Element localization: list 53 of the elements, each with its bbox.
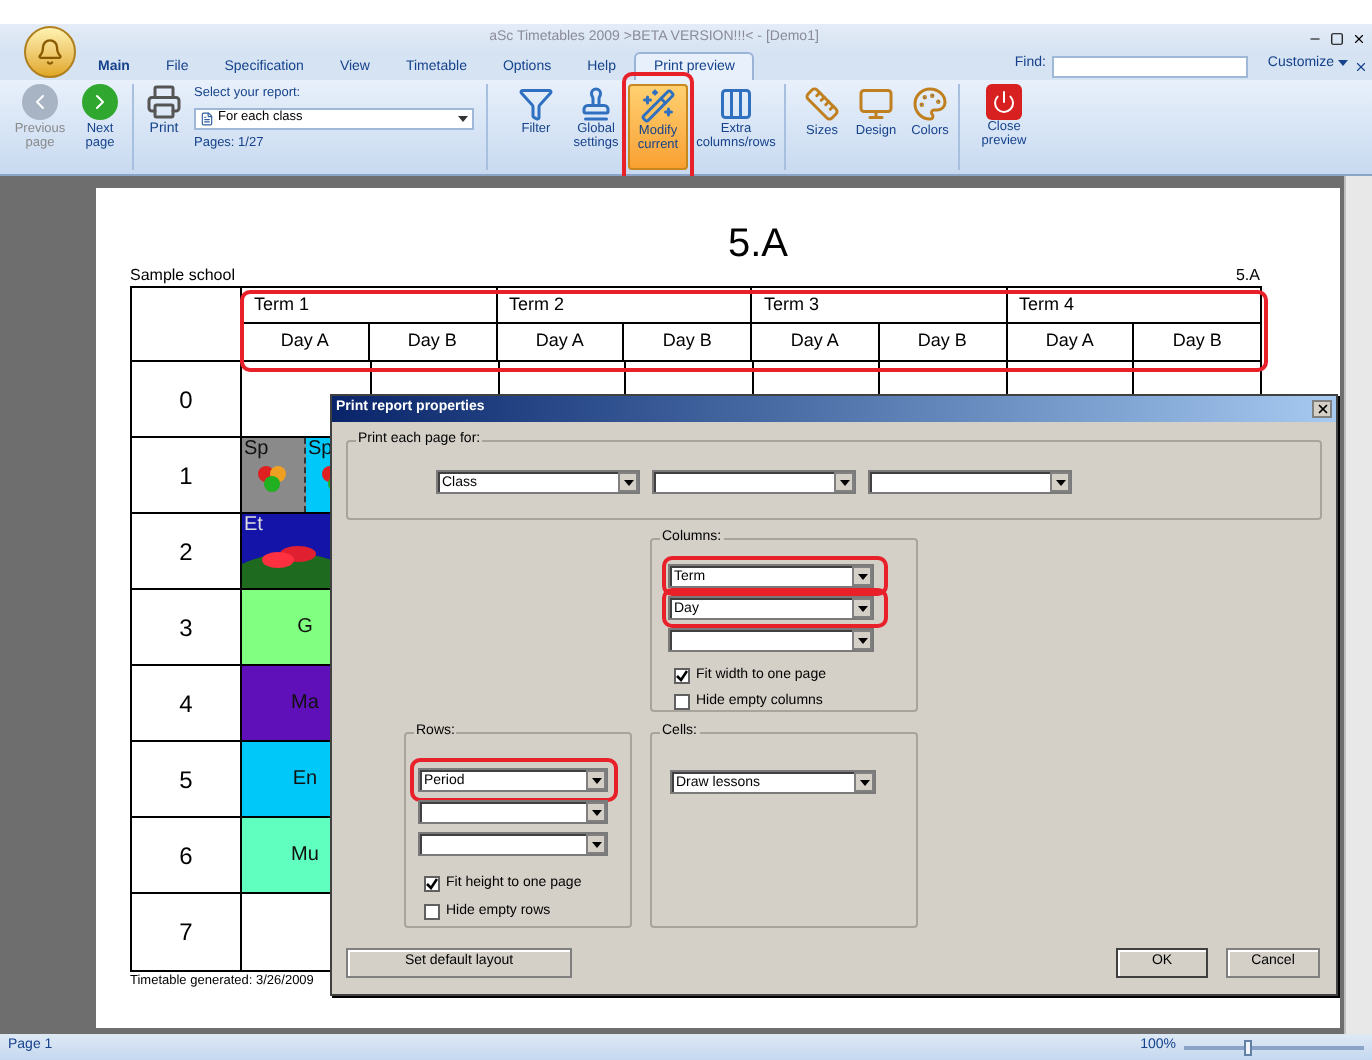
lesson-subject: En bbox=[292, 769, 318, 789]
lesson-subject: Sp bbox=[244, 440, 269, 460]
close-icon[interactable] bbox=[1312, 400, 1332, 418]
day-header: Day B bbox=[369, 324, 497, 360]
find-field[interactable] bbox=[1051, 56, 1248, 78]
columns-icon bbox=[718, 86, 754, 122]
checkbox[interactable] bbox=[674, 667, 690, 683]
palette-icon bbox=[912, 86, 948, 122]
bell-icon bbox=[36, 38, 64, 66]
close-icon[interactable] bbox=[1352, 31, 1366, 45]
caret-icon bbox=[458, 115, 468, 122]
scrollbar[interactable] bbox=[1344, 176, 1372, 1034]
zoom-slider-thumb[interactable] bbox=[1243, 1039, 1251, 1055]
checkbox[interactable] bbox=[424, 875, 440, 891]
zoom-slider[interactable] bbox=[1184, 1039, 1364, 1055]
term-header: Term 2 bbox=[497, 288, 752, 322]
day-header: Day B bbox=[879, 324, 1007, 360]
period-number: 0 bbox=[132, 362, 242, 436]
class-name: 5.A bbox=[1235, 266, 1260, 286]
lesson-subject: G bbox=[297, 617, 313, 637]
dropdown[interactable] bbox=[668, 628, 874, 652]
stamp-icon bbox=[578, 86, 614, 122]
period-number: 7 bbox=[132, 894, 242, 970]
power-icon bbox=[986, 84, 1022, 120]
funnel-icon bbox=[518, 86, 554, 122]
day-header: Day A bbox=[242, 324, 370, 360]
day-header: Day B bbox=[1170, 328, 1224, 355]
printer-icon bbox=[146, 84, 182, 120]
day-header: Day A bbox=[752, 324, 880, 360]
checkbox[interactable] bbox=[424, 903, 440, 919]
checkbox[interactable] bbox=[674, 693, 690, 709]
term-header: Term 4 bbox=[1017, 291, 1077, 318]
maximize-icon[interactable] bbox=[1330, 31, 1344, 45]
dropdown[interactable] bbox=[418, 832, 608, 856]
school-name: Sample school bbox=[130, 266, 235, 286]
dropdown[interactable] bbox=[868, 470, 1072, 494]
term-header: Term 1 bbox=[242, 288, 497, 322]
day-header: Day A bbox=[1007, 324, 1135, 360]
lesson-subject: Et bbox=[244, 516, 263, 536]
ruler-icon bbox=[804, 86, 840, 122]
term-header: Term 3 bbox=[752, 288, 1007, 322]
wand-icon bbox=[640, 88, 676, 124]
day-header: Day B bbox=[624, 324, 752, 360]
day-header: Day A bbox=[497, 324, 625, 360]
close-icon[interactable] bbox=[1354, 60, 1368, 74]
monitor-icon bbox=[858, 86, 894, 122]
report-icon bbox=[200, 111, 214, 126]
dropdown[interactable] bbox=[418, 800, 608, 824]
page-title: 5.A bbox=[727, 222, 789, 266]
lesson-subject: Ma bbox=[291, 693, 319, 713]
caret-icon bbox=[1338, 60, 1348, 67]
lesson-subject: Mu bbox=[291, 845, 319, 865]
dropdown[interactable] bbox=[652, 470, 856, 494]
